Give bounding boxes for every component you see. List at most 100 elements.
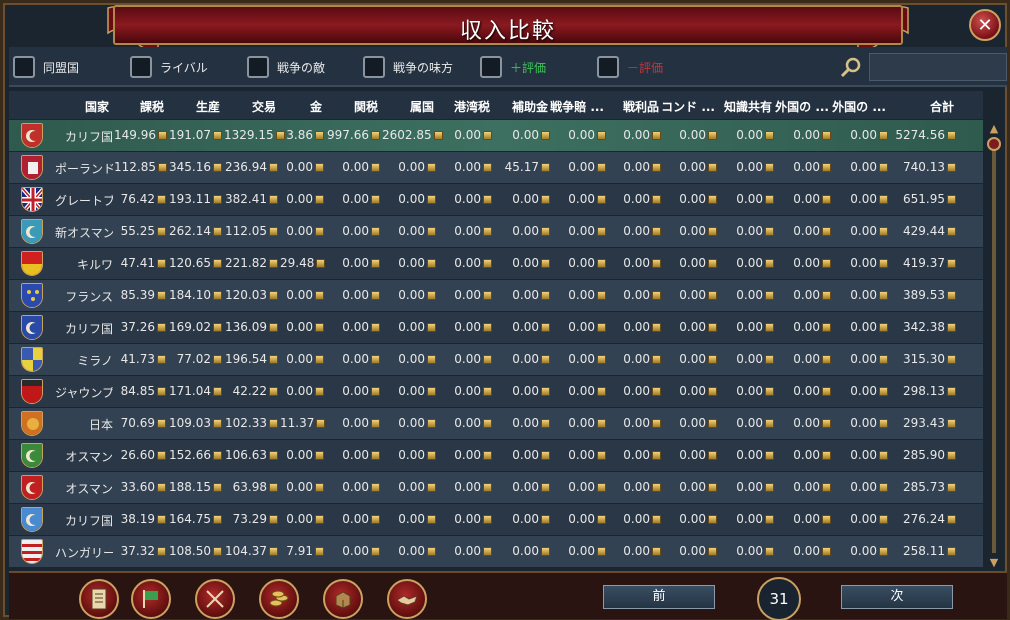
column-header[interactable]: 課税	[112, 98, 164, 115]
search-icon[interactable]	[839, 55, 863, 79]
income-value: 47.41	[120, 256, 155, 270]
country-flag-icon[interactable]	[21, 315, 43, 340]
ducat-icon	[947, 387, 956, 396]
country-flag-icon[interactable]	[21, 283, 43, 308]
ducat-icon	[597, 163, 606, 172]
column-header[interactable]: 合計	[888, 98, 954, 115]
ducat-icon	[483, 483, 492, 492]
column-header[interactable]: 知識共有	[716, 98, 772, 115]
country-flag-icon[interactable]	[21, 123, 43, 148]
table-row[interactable]: 日本 70.69 109.03 102.33 11.37 0.00 0.00 0.00 0.00…	[9, 408, 983, 439]
income-cell: 0.00	[382, 480, 436, 494]
table-row[interactable]: キルワ 47.41 120.65 221.82 29.48 0.00 0.00 0.00 0.0…	[9, 248, 983, 279]
ducat-icon	[315, 483, 324, 492]
income-cell: 0.00	[661, 288, 717, 302]
filter-war-enemies[interactable]: 戦争の敵	[247, 55, 325, 79]
table-row[interactable]: フランス 85.39 184.10 120.03 0.00 0.00 0.00 0.00 0.0…	[9, 280, 983, 311]
income-value: 0.00	[398, 512, 425, 526]
income-value: 0.00	[793, 160, 820, 174]
column-header[interactable]: 外国の ...	[773, 98, 829, 115]
table-row[interactable]: 新オスマン 55.25 262.14 112.05 0.00 0.00 0.00 0.00 0.…	[9, 216, 983, 247]
column-header[interactable]: 関税	[324, 98, 378, 115]
previous-page-button[interactable]: 前	[603, 585, 715, 609]
table-row[interactable]: ジャウンプル 84.85 171.04 42.22 0.00 0.00 0.00 0.00 0.…	[9, 376, 983, 407]
table-row[interactable]: ハンガリー 37.32 108.50 104.37 7.91 0.00 0.00 0.00 0.…	[9, 536, 983, 567]
filter-allies[interactable]: 同盟国	[13, 55, 79, 79]
ducat-icon	[947, 547, 956, 556]
country-flag-icon[interactable]	[21, 507, 43, 532]
table-row[interactable]: オスマン 26.60 152.66 106.63 0.00 0.00 0.00 0.00 0.0…	[9, 440, 983, 471]
table-row[interactable]: グレートブリテン 76.42 193.11 382.41 0.00 0.00 0.00 0.0…	[9, 184, 983, 215]
filter-rivals[interactable]: ライバル	[130, 55, 208, 79]
country-flag-icon[interactable]	[21, 187, 43, 212]
flag-button[interactable]	[131, 579, 171, 619]
column-header[interactable]: 戦争賠 ...	[544, 98, 604, 115]
ducat-icon	[765, 163, 774, 172]
table-row[interactable]: カリフ国 38.19 164.75 73.29 0.00 0.00 0.00 0.00 0.00…	[9, 504, 983, 535]
diplomacy-button[interactable]	[387, 579, 427, 619]
country-flag-icon[interactable]	[21, 379, 43, 404]
column-header[interactable]: コンド ...	[659, 98, 715, 115]
country-flag-icon[interactable]	[21, 251, 43, 276]
income-cell: 0.00	[494, 480, 550, 494]
column-header[interactable]: 補助金	[492, 98, 548, 115]
income-cell: 0.00	[382, 448, 436, 462]
country-flag-icon[interactable]	[21, 219, 43, 244]
country-flag-icon[interactable]	[21, 155, 43, 180]
table-row[interactable]: カリフ国 37.26 169.02 136.09 0.00 0.00 0.00 0.00 0.0…	[9, 312, 983, 343]
column-header[interactable]: 港湾税	[436, 98, 490, 115]
table-row[interactable]: カリフ国 149.96 191.07 1329.15 3.86 997.66 2602.85…	[9, 120, 983, 151]
scrollbar[interactable]: ▲ ▼	[985, 121, 1003, 573]
column-header[interactable]: 生産	[166, 98, 220, 115]
next-page-button[interactable]: 次	[841, 585, 953, 609]
filter-label: 戦争の敵	[277, 60, 326, 75]
scroll-up-icon[interactable]: ▲	[988, 123, 1000, 135]
table-row[interactable]: オスマン 33.60 188.15 63.98 0.00 0.00 0.00 0.00 0.00…	[9, 472, 983, 503]
ducat-icon	[765, 387, 774, 396]
column-header[interactable]: 外国の ...	[830, 98, 886, 115]
filter-checkbox[interactable]	[247, 56, 269, 78]
trade-button[interactable]	[323, 579, 363, 619]
table-row[interactable]: ポーランド 112.85 345.16 236.94 0.00 0.00 0.00 0.00 4…	[9, 152, 983, 183]
filter-checkbox[interactable]	[480, 56, 502, 78]
column-header[interactable]: 戦利品	[605, 98, 659, 115]
income-value: 1329.15	[224, 128, 274, 142]
filter-checkbox[interactable]	[130, 56, 152, 78]
income-button[interactable]	[259, 579, 299, 619]
scroll-thumb[interactable]	[987, 137, 1001, 151]
income-cell: 108.50	[168, 544, 222, 558]
filter-positive-opinion[interactable]: ＋評価	[480, 55, 546, 79]
column-header[interactable]: 交易	[222, 98, 276, 115]
filter-checkbox[interactable]	[597, 56, 619, 78]
search-input[interactable]	[869, 53, 1007, 81]
table-row[interactable]: ミラノ 41.73 77.02 196.54 0.00 0.00 0.00 0.00 0.00 0…	[9, 344, 983, 375]
filter-checkbox[interactable]	[363, 56, 385, 78]
country-flag-icon[interactable]	[21, 475, 43, 500]
filter-negative-opinion[interactable]: －評価	[597, 55, 663, 79]
scroll-down-icon[interactable]: ▼	[988, 557, 1000, 569]
income-value: 112.85	[114, 160, 156, 174]
close-button[interactable]: ✕	[969, 9, 1001, 41]
income-cell: 0.00	[280, 320, 324, 334]
income-cell: 0.00	[607, 288, 661, 302]
income-cell: 0.00	[607, 544, 661, 558]
country-flag-icon[interactable]	[21, 443, 43, 468]
column-header[interactable]: 属国	[380, 98, 434, 115]
ducat-icon	[879, 259, 888, 268]
filter-checkbox[interactable]	[13, 56, 35, 78]
income-cell: 0.00	[661, 256, 717, 270]
country-flag-icon[interactable]	[21, 347, 43, 372]
income-value: 0.00	[679, 352, 706, 366]
income-value: 37.26	[120, 320, 155, 334]
country-flag-icon[interactable]	[21, 411, 43, 436]
scroll-track[interactable]	[992, 141, 996, 553]
ledger-button[interactable]	[79, 579, 119, 619]
column-header[interactable]: 金	[278, 98, 322, 115]
income-value: 0.00	[679, 288, 706, 302]
filter-war-allies[interactable]: 戦争の味方	[363, 55, 453, 79]
column-header[interactable]: 国家	[49, 98, 109, 115]
income-cell: 0.00	[280, 288, 324, 302]
military-button[interactable]	[195, 579, 235, 619]
filter-label: 戦争の味方	[393, 60, 454, 75]
country-flag-icon[interactable]	[21, 539, 43, 564]
